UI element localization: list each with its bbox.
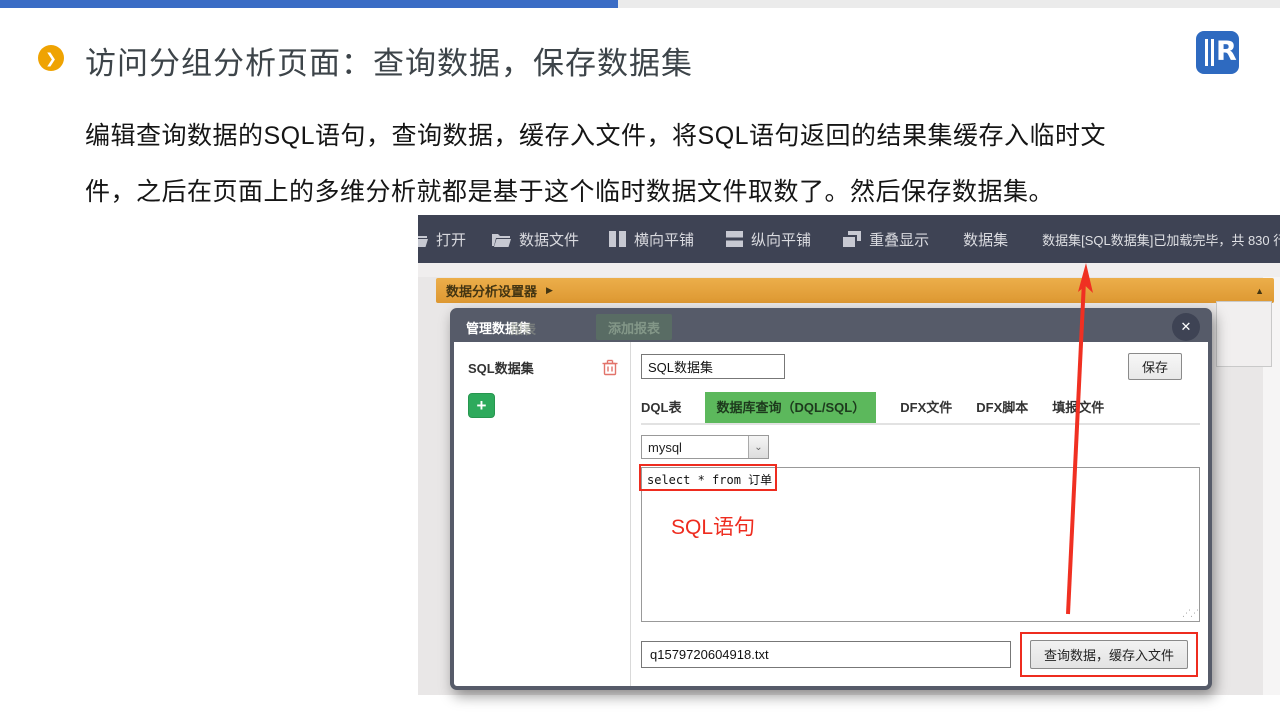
toolbar-open-button[interactable]: 打开 <box>418 229 466 250</box>
annotation-box-query-button: 查询数据，缓存入文件 <box>1019 632 1198 677</box>
chevron-down-icon[interactable]: ⌄ <box>748 436 768 458</box>
trash-icon[interactable] <box>602 359 618 376</box>
title-bullet-icon: ❯ <box>38 45 64 71</box>
folder-icon <box>418 235 428 247</box>
toolbar-underlay <box>418 263 1280 277</box>
save-button[interactable]: 保存 <box>1127 353 1182 380</box>
tab-database-query[interactable]: 数据库查询（DQL/SQL） <box>705 392 877 423</box>
ghost-add-report-button: 添加报表 <box>596 314 672 340</box>
sql-editor-wrap: select * from 订单 ⋰⋰ SQL语句 <box>639 464 1200 622</box>
tab-dql-table[interactable]: DQL表 <box>641 392 681 423</box>
sql-textarea[interactable]: select * from 订单 <box>641 467 1200 622</box>
logo-bar <box>1205 39 1208 66</box>
toolbar-cascade-button[interactable]: 重叠显示 <box>843 229 929 250</box>
query-cache-button[interactable]: 查询数据，缓存入文件 <box>1029 640 1188 669</box>
tab-dfx-script[interactable]: DFX脚本 <box>976 392 1028 423</box>
ghost-background-text: 报表 <box>510 322 537 337</box>
page-title: 访问分组分析页面：查询数据，保存数据集 <box>85 46 693 81</box>
toolbar-dataset-button[interactable]: 数据集 <box>963 229 1008 250</box>
dialog-titlebar: 管理数据集 报表 添加报表 ✕ <box>454 312 1208 342</box>
app-screenshot: 打开 数据文件 横向平铺 纵向平铺 重叠显示 数据集 数据集[SQL数据集]已加… <box>418 215 1280 695</box>
app-toolbar: 打开 数据文件 横向平铺 纵向平铺 重叠显示 数据集 数据集[SQL数据集]已加… <box>418 215 1280 263</box>
settings-accordion-bar[interactable]: 数据分析设置器 ▶ ▲ <box>436 278 1274 303</box>
toolbar-tile-horizontal-button[interactable]: 横向平铺 <box>609 229 694 250</box>
body-line-2: 件，之后在页面上的多维分析就都是基于这个临时数据文件取数了。然后保存数据集。 <box>85 178 1055 206</box>
folder-icon <box>492 233 512 247</box>
expand-arrow-icon: ▶ <box>546 285 553 295</box>
dialog-body: SQL数据集 + SQL数据集 保存 DQL表 数据库查询（DQL/SQL） D… <box>454 342 1208 686</box>
close-icon[interactable]: ✕ <box>1172 313 1200 341</box>
dataset-detail-panel: 保存 DQL表 数据库查询（DQL/SQL） DFX文件 DFX脚本 填报文件 … <box>631 342 1208 686</box>
cache-file-input[interactable] <box>641 641 1011 668</box>
tile-horizontal-icon <box>609 231 627 247</box>
body-line-1: 编辑查询数据的SQL语句，查询数据，缓存入文件，将SQL语句返回的结果集缓存入临… <box>85 122 1107 150</box>
logo-letter: R <box>1216 36 1237 67</box>
tile-vertical-icon <box>726 231 744 247</box>
cache-row: 查询数据，缓存入文件 <box>641 632 1200 677</box>
background-panel-fragment <box>1216 301 1272 367</box>
top-accent-bar-blue <box>0 0 618 8</box>
brand-logo-icon: R <box>1196 31 1239 74</box>
add-dataset-button[interactable]: + <box>468 393 495 418</box>
body-paragraph: 编辑查询数据的SQL语句，查询数据，缓存入文件，将SQL语句返回的结果集缓存入临… <box>85 108 1205 220</box>
toolbar-datafile-button[interactable]: 数据文件 <box>492 229 579 250</box>
plus-icon: + <box>476 396 487 415</box>
dataset-item-label: SQL数据集 <box>468 361 534 376</box>
datasource-selected-value: mysql <box>648 439 682 455</box>
logo-bar <box>1211 39 1214 66</box>
toolbar-tile-vertical-button[interactable]: 纵向平铺 <box>726 229 811 250</box>
tab-dfx-file[interactable]: DFX文件 <box>900 392 952 423</box>
tab-fill-file[interactable]: 填报文件 <box>1052 392 1104 423</box>
datasource-select[interactable]: mysql ⌄ <box>641 435 769 459</box>
collapse-arrow-icon[interactable]: ▲ <box>1255 286 1264 296</box>
resize-grip-icon[interactable]: ⋰⋰ <box>1182 608 1199 619</box>
settings-bar-label: 数据分析设置器 <box>446 284 538 299</box>
dataset-list-item[interactable]: SQL数据集 <box>468 358 618 377</box>
dataset-name-input[interactable] <box>641 354 785 379</box>
dataset-type-tabs: DQL表 数据库查询（DQL/SQL） DFX文件 DFX脚本 填报文件 <box>641 392 1200 425</box>
manage-dataset-dialog: 管理数据集 报表 添加报表 ✕ SQL数据集 + SQL数据集 保存 DQL表 … <box>450 308 1212 690</box>
dataset-loaded-status: 数据集[SQL数据集]已加载完毕，共 830 行数据 <box>1042 232 1280 248</box>
dataset-list-panel: SQL数据集 + <box>454 342 631 686</box>
top-accent-bar-gray <box>618 0 1280 8</box>
cascade-icon <box>843 231 862 247</box>
